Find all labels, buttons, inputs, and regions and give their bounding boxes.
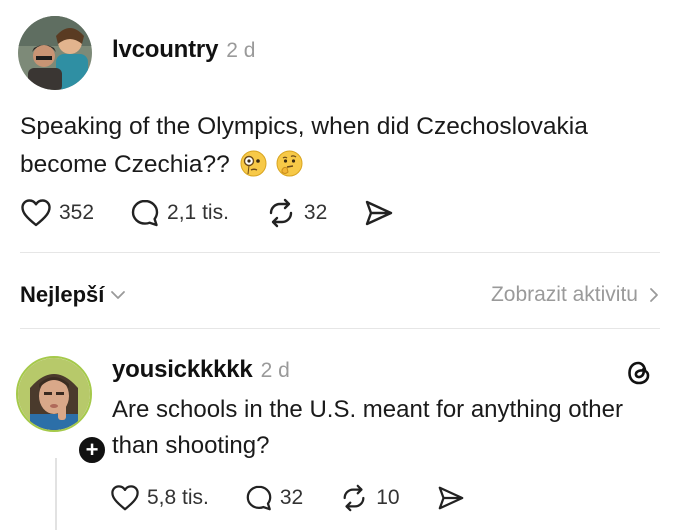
repost-count: 10 — [376, 486, 400, 509]
thinking-face-emoji — [276, 150, 303, 177]
follow-plus-button[interactable]: + — [76, 434, 108, 466]
reply-post: + yousickkkkk 2 d Are schools in the U.S… — [0, 330, 680, 530]
divider — [20, 328, 660, 329]
like-count: 5,8 tis. — [147, 486, 209, 509]
heart-icon — [21, 199, 51, 227]
heart-icon — [111, 485, 139, 511]
sort-label: Nejlepší — [20, 282, 105, 307]
main-post: lvcountry 2 d Speaking of the Olympics, … — [0, 0, 680, 250]
reply-actions: 5,8 tis. 32 10 — [110, 484, 502, 512]
comment-bubble-icon — [131, 199, 159, 227]
avatar[interactable] — [16, 356, 92, 432]
post-body: Speaking of the Olympics, when did Czech… — [20, 113, 588, 178]
reply-avatar-wrap: + — [16, 356, 108, 466]
like-button[interactable]: 352 — [20, 198, 94, 228]
reply-time: 2 d — [260, 359, 290, 382]
comment-count: 32 — [279, 486, 304, 509]
divider — [20, 252, 660, 253]
threads-logo-icon[interactable] — [624, 358, 654, 388]
thread-line — [55, 458, 57, 530]
post-actions: 352 2,1 tis. 32 — [20, 198, 431, 228]
view-activity-link[interactable]: Zobrazit aktivitu — [491, 283, 660, 307]
post-time: 2 d — [226, 39, 256, 62]
comment-button[interactable]: 2,1 tis. — [130, 198, 229, 228]
send-icon — [438, 486, 463, 510]
post-text: Speaking of the Olympics, when did Czech… — [20, 108, 660, 184]
repost-button[interactable]: 32 — [265, 198, 327, 228]
chevron-down-icon — [111, 291, 126, 299]
post-username[interactable]: lvcountry — [112, 36, 218, 64]
send-icon — [366, 200, 393, 226]
avatar[interactable] — [18, 16, 92, 90]
comment-bubble-icon — [246, 485, 272, 511]
like-count: 352 — [59, 201, 95, 224]
post-header: lvcountry 2 d — [112, 36, 255, 64]
chevron-right-icon — [650, 288, 658, 302]
face-with-monocle-emoji — [240, 150, 267, 177]
comment-count: 2,1 tis. — [167, 201, 229, 224]
share-button[interactable] — [363, 198, 395, 228]
share-button[interactable] — [436, 484, 466, 512]
sort-bar: Nejlepší Zobrazit aktivitu — [20, 278, 660, 312]
comment-button[interactable]: 32 — [245, 484, 303, 512]
repost-button[interactable]: 10 — [339, 484, 400, 512]
repost-icon — [343, 484, 365, 512]
like-button[interactable]: 5,8 tis. — [110, 484, 209, 512]
reply-body: Are schools in the U.S. meant for anythi… — [112, 396, 623, 459]
sort-dropdown[interactable]: Nejlepší — [20, 282, 126, 308]
repost-icon — [269, 198, 293, 228]
reply-username[interactable]: yousickkkkk — [112, 356, 253, 384]
reply-header: yousickkkkk 2 d — [112, 356, 290, 384]
view-activity-label: Zobrazit aktivitu — [490, 283, 638, 306]
repost-count: 32 — [303, 201, 328, 224]
